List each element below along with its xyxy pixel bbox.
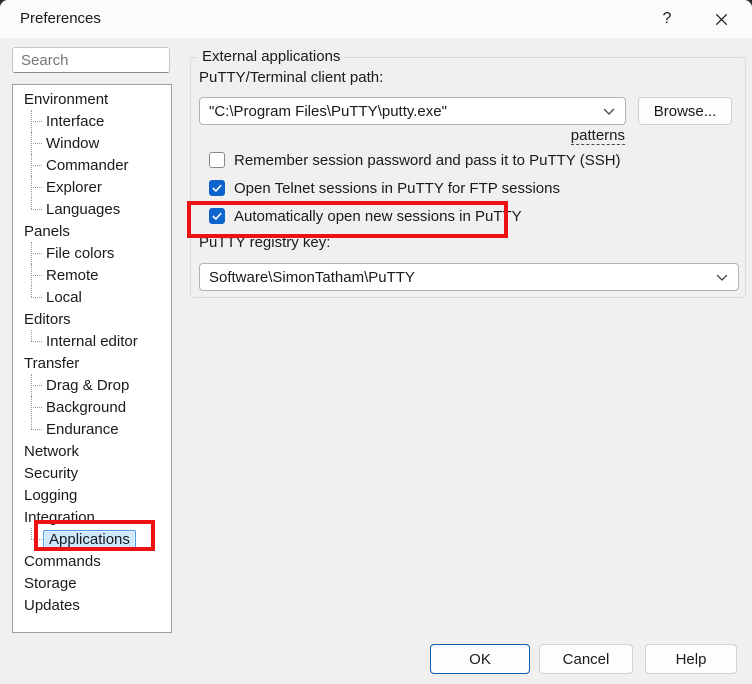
- tree-connector: [27, 242, 43, 264]
- search-input[interactable]: [12, 47, 170, 73]
- tree-item-label: Storage: [21, 575, 80, 592]
- tree-item[interactable]: Transfer: [13, 352, 171, 374]
- tree-item[interactable]: Languages: [13, 198, 171, 220]
- tree-item[interactable]: Drag & Drop: [13, 374, 171, 396]
- tree-connector: [27, 110, 43, 132]
- tree-connector: [27, 418, 43, 440]
- tree-connector: [27, 330, 43, 352]
- tree-item-label: Logging: [21, 487, 80, 504]
- settings-tree: Environment Interface Window Commander Explo…: [12, 84, 172, 633]
- checkbox-unchecked[interactable]: [209, 152, 225, 168]
- tree-item[interactable]: Editors: [13, 308, 171, 330]
- tree-item-label: Commander: [43, 157, 132, 174]
- group-title: External applications: [198, 48, 344, 65]
- chevron-down-icon: [716, 274, 728, 282]
- close-button[interactable]: [698, 0, 744, 38]
- checkbox-label[interactable]: Automatically open new sessions in PuTTY: [234, 208, 522, 225]
- tree-connector: [27, 264, 43, 286]
- tree-connector: [27, 528, 43, 550]
- tree-item-label: Local: [43, 289, 85, 306]
- tree-item-label: Window: [43, 135, 102, 152]
- tree-item-label: Languages: [43, 201, 123, 218]
- tree-connector: [27, 132, 43, 154]
- browse-button[interactable]: Browse...: [638, 97, 732, 125]
- preferences-dialog: Preferences ? Environment Interface Window…: [0, 0, 752, 684]
- tree-item-label: Security: [21, 465, 81, 482]
- chevron-down-icon: [603, 108, 615, 116]
- tree-connector: [27, 154, 43, 176]
- tree-connector: [27, 176, 43, 198]
- tree-item-label: Commands: [21, 553, 104, 570]
- tree-item[interactable]: Logging: [13, 484, 171, 506]
- titlebar: Preferences ?: [0, 0, 752, 38]
- tree-item-label: File colors: [43, 245, 117, 262]
- tree-item[interactable]: Interface: [13, 110, 171, 132]
- tree-item[interactable]: Commander: [13, 154, 171, 176]
- checkbox-label[interactable]: Remember session password and pass it to…: [234, 152, 621, 169]
- putty-path-label: PuTTY/Terminal client path:: [199, 69, 383, 86]
- tree-item[interactable]: Applications: [13, 528, 171, 550]
- tree-item-label: Interface: [43, 113, 107, 130]
- help-titlebar-button[interactable]: ?: [644, 0, 690, 38]
- tree-item[interactable]: Local: [13, 286, 171, 308]
- tree-item-label-selected: Applications: [43, 530, 136, 549]
- tree-item[interactable]: Security: [13, 462, 171, 484]
- checkbox-label[interactable]: Open Telnet sessions in PuTTY for FTP se…: [234, 180, 560, 197]
- putty-path-value: "C:\Program Files\PuTTY\putty.exe": [209, 103, 447, 120]
- tree-item[interactable]: Endurance: [13, 418, 171, 440]
- checkbox-row: Automatically open new sessions in PuTTY: [209, 206, 729, 226]
- tree-item-label: Internal editor: [43, 333, 141, 350]
- registry-key-combobox[interactable]: Software\SimonTatham\PuTTY: [199, 263, 739, 291]
- tree-item[interactable]: Updates: [13, 594, 171, 616]
- tree-item-label: Background: [43, 399, 129, 416]
- tree-item-label: Drag & Drop: [43, 377, 132, 394]
- checkbox-row: Open Telnet sessions in PuTTY for FTP se…: [209, 178, 729, 198]
- tree-item[interactable]: Commands: [13, 550, 171, 572]
- tree-connector: [27, 198, 43, 220]
- tree-item-label: Integration: [21, 509, 98, 526]
- tree-connector: [27, 396, 43, 418]
- checkbox-row: Remember session password and pass it to…: [209, 150, 729, 170]
- tree-item-label: Environment: [21, 91, 111, 108]
- tree-connector: [27, 374, 43, 396]
- help-button[interactable]: Help: [645, 644, 737, 674]
- tree-item[interactable]: Network: [13, 440, 171, 462]
- tree-connector: [27, 286, 43, 308]
- patterns-link[interactable]: patterns: [571, 127, 625, 145]
- tree-item[interactable]: Panels: [13, 220, 171, 242]
- tree-item[interactable]: Explorer: [13, 176, 171, 198]
- tree-item[interactable]: Environment: [13, 88, 171, 110]
- tree-item[interactable]: Storage: [13, 572, 171, 594]
- tree-item-label: Explorer: [43, 179, 105, 196]
- tree-item[interactable]: Integration: [13, 506, 171, 528]
- checkmark-icon: [211, 182, 223, 194]
- cancel-button[interactable]: Cancel: [539, 644, 633, 674]
- checkmark-icon: [211, 210, 223, 222]
- ok-button[interactable]: OK: [430, 644, 530, 674]
- tree-item-label: Remote: [43, 267, 102, 284]
- registry-key-label: PuTTY registry key:: [199, 234, 330, 251]
- tree-item[interactable]: File colors: [13, 242, 171, 264]
- close-icon: [715, 13, 728, 26]
- checkbox-checked[interactable]: [209, 208, 225, 224]
- putty-path-combobox[interactable]: "C:\Program Files\PuTTY\putty.exe": [199, 97, 626, 125]
- window-title: Preferences: [20, 10, 101, 27]
- tree-item[interactable]: Internal editor: [13, 330, 171, 352]
- tree-item[interactable]: Window: [13, 132, 171, 154]
- tree-item-label: Transfer: [21, 355, 82, 372]
- tree-item-label: Updates: [21, 597, 83, 614]
- registry-key-value: Software\SimonTatham\PuTTY: [209, 269, 415, 286]
- tree-item[interactable]: Background: [13, 396, 171, 418]
- checkbox-group: Remember session password and pass it to…: [209, 150, 729, 234]
- tree-item[interactable]: Remote: [13, 264, 171, 286]
- tree-item-label: Network: [21, 443, 82, 460]
- tree-item-label: Panels: [21, 223, 73, 240]
- tree-item-label: Editors: [21, 311, 74, 328]
- checkbox-checked[interactable]: [209, 180, 225, 196]
- external-applications-group: External applications PuTTY/Terminal cli…: [190, 57, 746, 298]
- tree-item-label: Endurance: [43, 421, 122, 438]
